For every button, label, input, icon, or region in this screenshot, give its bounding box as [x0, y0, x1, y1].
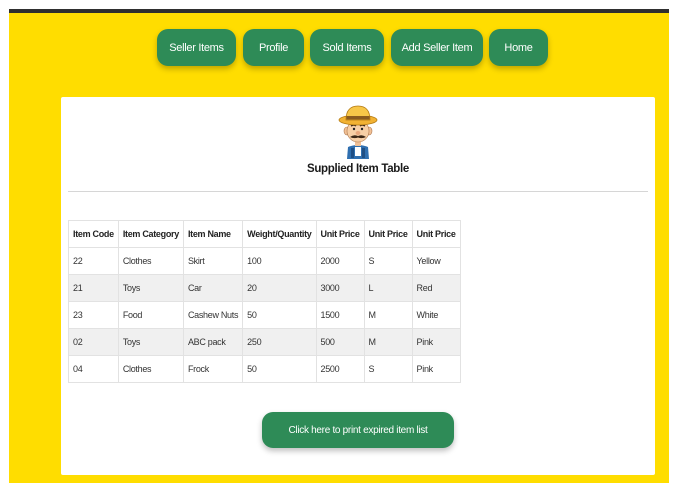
farmer-avatar-icon [338, 105, 378, 159]
table-cell: 04 [68, 355, 119, 383]
sold-items-button[interactable]: Sold Items [310, 29, 384, 66]
table-cell: Car [182, 274, 244, 302]
table-cell: 2000 [315, 247, 365, 275]
table-cell: Pink [411, 355, 461, 383]
table-cell: S [363, 355, 413, 383]
table-cell: 02 [68, 328, 119, 356]
column-header-item-code: Item Code [68, 220, 119, 248]
profile-button[interactable]: Profile [243, 29, 304, 66]
divider [68, 191, 648, 192]
table-cell: 20 [242, 274, 317, 302]
table-cell: Clothes [117, 247, 184, 275]
table-header-row: Item Code Item Category Item Name Weight… [68, 220, 461, 248]
table-cell: Clothes [117, 355, 184, 383]
table-row: 02 Toys ABC pack 250 500 M Pink [68, 328, 461, 356]
table-cell: 1500 [315, 301, 365, 329]
column-header-unit-price-2: Unit Price [363, 220, 413, 248]
add-seller-item-button[interactable]: Add Seller Item [391, 29, 483, 66]
supplied-items-table: Item Code Item Category Item Name Weight… [68, 220, 461, 383]
table-cell: Red [411, 274, 461, 302]
table-cell: Cashew Nuts [182, 301, 244, 329]
table-row: 21 Toys Car 20 3000 L Red [68, 274, 461, 302]
table-cell: Toys [117, 328, 184, 356]
table-cell: ABC pack [182, 328, 244, 356]
table-cell: 22 [68, 247, 119, 275]
table-cell: 23 [68, 301, 119, 329]
main-card: Supplied Item Table Item Code Item Categ… [61, 97, 655, 475]
table-cell: Toys [117, 274, 184, 302]
table-cell: 3000 [315, 274, 365, 302]
home-button[interactable]: Home [489, 29, 548, 66]
column-header-unit-price-3: Unit Price [411, 220, 461, 248]
table-cell: 50 [242, 355, 317, 383]
table-cell: Food [117, 301, 184, 329]
table-cell: M [363, 328, 413, 356]
print-expired-items-button[interactable]: Click here to print expired item list [262, 412, 454, 448]
table-cell: Pink [411, 328, 461, 356]
table-cell: White [411, 301, 461, 329]
table-cell: L [363, 274, 413, 302]
column-header-weight-quantity: Weight/Quantity [242, 220, 317, 248]
table-row: 04 Clothes Frock 50 2500 S Pink [68, 355, 461, 383]
table-row: 23 Food Cashew Nuts 50 1500 M White [68, 301, 461, 329]
table-cell: M [363, 301, 413, 329]
table-cell: 100 [242, 247, 317, 275]
table-cell: 50 [242, 301, 317, 329]
table-cell: S [363, 247, 413, 275]
table-cell: 250 [242, 328, 317, 356]
table-cell: 500 [315, 328, 365, 356]
table-cell: Yellow [411, 247, 461, 275]
seller-items-button[interactable]: Seller Items [157, 29, 236, 66]
column-header-item-category: Item Category [117, 220, 184, 248]
table-row: 22 Clothes Skirt 100 2000 S Yellow [68, 247, 461, 275]
column-header-item-name: Item Name [182, 220, 244, 248]
page-frame: Seller Items Profile Sold Items Add Sell… [9, 9, 669, 483]
top-nav: Seller Items Profile Sold Items Add Sell… [9, 29, 669, 69]
table-cell: 2500 [315, 355, 365, 383]
table-cell: Frock [182, 355, 244, 383]
column-header-unit-price: Unit Price [315, 220, 365, 248]
page-title: Supplied Item Table [306, 163, 410, 175]
table-cell: Skirt [182, 247, 244, 275]
table-cell: 21 [68, 274, 119, 302]
